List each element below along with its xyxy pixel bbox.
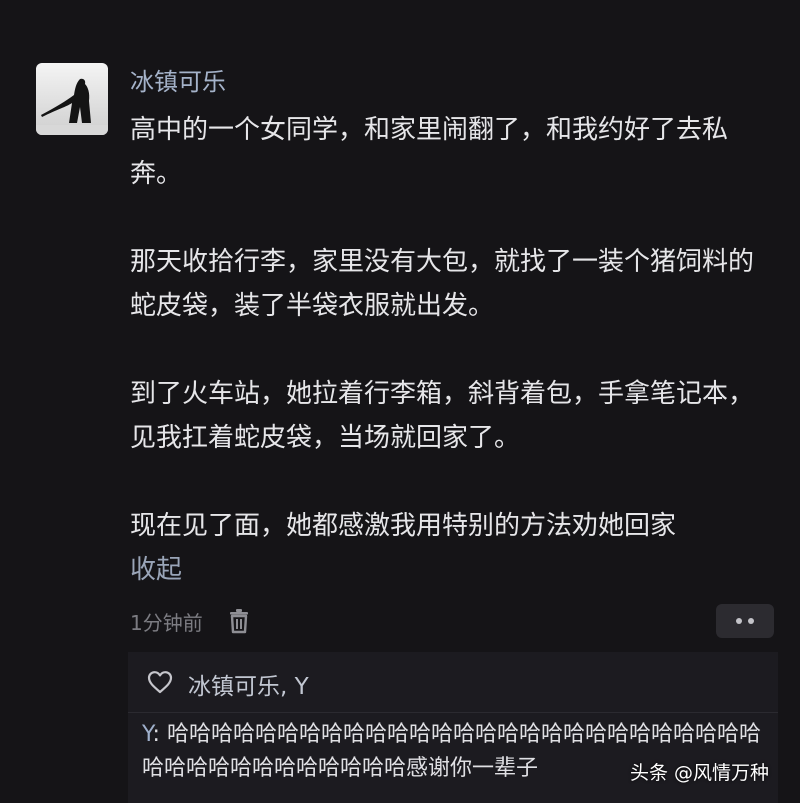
comment-username[interactable]: 冰镇可乐 [130, 64, 226, 100]
comment-paragraph-1: 高中的一个女同学，和家里闹翻了，和我约好了去私奔。 [130, 115, 729, 189]
reply-author[interactable]: Y [142, 722, 153, 747]
reply-divider [128, 712, 778, 713]
collapse-link[interactable]: 收起 [130, 550, 182, 590]
likes-row: 冰镇可乐, Y [146, 666, 309, 702]
comment-paragraph-2: 那天收拾行李，家里没有大包，就找了一装个猪饲料的蛇皮袋，装了半袋衣服就出发。 [130, 247, 755, 321]
liked-by-names[interactable]: 冰镇可乐, Y [188, 667, 309, 701]
comment-paragraph-3: 到了火车站，她拉着行李箱，斜背着包，手拿笔记本，见我扛着蛇皮袋，当场就回家了。 [130, 379, 755, 453]
comment-paragraph-4: 现在见了面，她都感激我用特别的方法劝她回家 [130, 511, 677, 541]
heart-icon[interactable] [146, 669, 174, 699]
comment-body: 高中的一个女同学，和家里闹翻了，和我约好了去私奔。 那天收拾行李，家里没有大包，… [130, 108, 760, 548]
comment-timestamp: 1分钟前 [130, 610, 203, 635]
trash-icon[interactable] [227, 608, 251, 634]
avatar[interactable] [36, 63, 108, 135]
watermark: 头条 @风情万种 [630, 762, 770, 784]
silhouette-avatar-image [36, 63, 108, 135]
reply-separator: : [152, 722, 167, 747]
more-icon-dot [748, 618, 754, 624]
more-icon-dot [736, 618, 742, 624]
more-button[interactable] [716, 604, 774, 638]
comment-meta: 1分钟前 [130, 604, 251, 638]
